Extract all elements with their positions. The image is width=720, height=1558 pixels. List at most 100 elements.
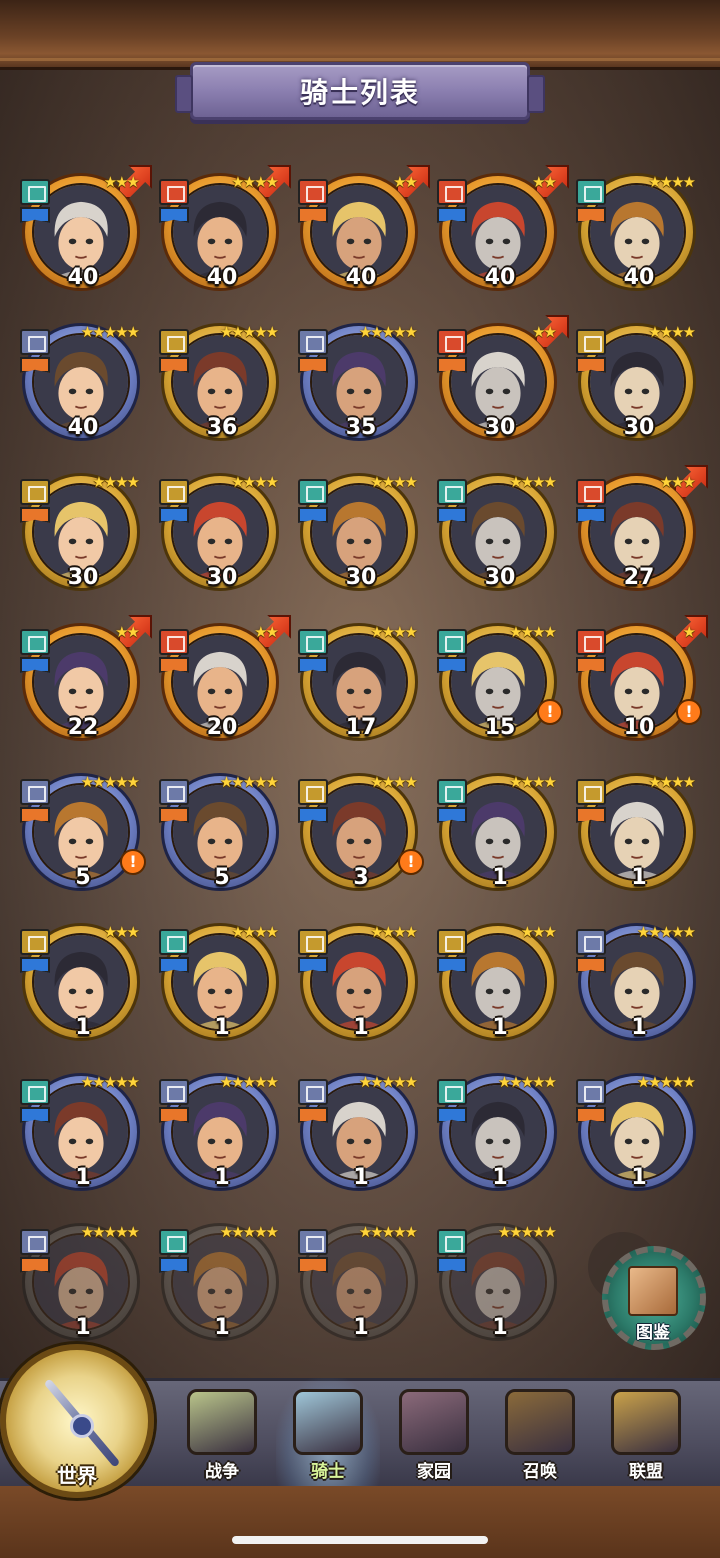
alliance-icon (611, 1389, 681, 1455)
hero-card[interactable]: ★★ 22 (14, 615, 152, 765)
hero-card[interactable]: ★★ 20 (153, 615, 291, 765)
hero-card[interactable]: ★★★★★ 1 (14, 1215, 152, 1365)
nav-item-train[interactable]: 召唤 (488, 1378, 592, 1486)
star-rating: ★★★★★ (219, 1223, 279, 1241)
hero-level: 30 (484, 565, 516, 590)
hero-card[interactable]: ★★★★ 1 (153, 915, 291, 1065)
hero-card[interactable]: ★★★★★ 1 (431, 1065, 569, 1215)
hero-card[interactable]: ★★★★★ 1 (292, 1215, 430, 1365)
hero-card[interactable]: ★★★★★ 1 (570, 915, 708, 1065)
hero-card[interactable]: ★★★★ 40 (570, 165, 708, 315)
star-rating: ★★★★★ (219, 773, 279, 791)
hero-card[interactable]: ★★★★★ 1 (570, 1065, 708, 1215)
hero-card[interactable]: ★★★★ 30 (153, 465, 291, 615)
hero-card[interactable]: ★★★★★ 35 (292, 315, 430, 465)
hero-card[interactable]: ★★★★★ 5! (14, 765, 152, 915)
nav-label: 联盟 (629, 1462, 663, 1482)
nav-item-alliance[interactable]: 联盟 (594, 1378, 698, 1486)
hero-card[interactable]: ★★★★ 15! (431, 615, 569, 765)
nav-item-knight[interactable]: 骑士 (276, 1378, 380, 1486)
hero-card[interactable]: ★★★★★ 1 (153, 1215, 291, 1365)
hero-card[interactable]: ★★★★ 40 (153, 165, 291, 315)
hero-card[interactable]: ★★★★★ 5 (153, 765, 291, 915)
hero-card[interactable]: ★★★★ 30 (570, 315, 708, 465)
star-rating: ★★★★ (509, 473, 557, 491)
class-icon (20, 779, 50, 805)
map-icon (187, 1389, 257, 1455)
nav-label: 骑士 (311, 1462, 345, 1482)
hero-card[interactable]: ★ 10! (570, 615, 708, 765)
knight-icon (293, 1389, 363, 1455)
hero-card[interactable]: ★★★★ 1 (570, 765, 708, 915)
hero-level: 1 (631, 1165, 647, 1190)
hero-card[interactable]: ★★★★ 30 (14, 465, 152, 615)
hero-level: 1 (492, 1315, 508, 1340)
class-icon (20, 629, 50, 655)
class-icon (159, 779, 189, 805)
star-rating: ★★★★★ (497, 1073, 557, 1091)
hero-card[interactable]: ★★ 40 (292, 165, 430, 315)
class-icon (298, 1079, 328, 1105)
class-icon (437, 779, 467, 805)
star-rating: ★★★★★ (80, 1223, 140, 1241)
star-rating: ★★★★★ (219, 1073, 279, 1091)
hero-card[interactable]: ★★★★★ 1 (14, 1065, 152, 1215)
class-icon (437, 329, 467, 355)
home-indicator[interactable] (232, 1536, 488, 1544)
hero-card[interactable]: ★★★ 40 (14, 165, 152, 315)
nav-item-house[interactable]: 家园 (382, 1378, 486, 1486)
world-button[interactable]: 世界 (0, 1344, 154, 1498)
hero-level: 36 (206, 415, 238, 440)
hero-card[interactable]: ★★★ 27 (570, 465, 708, 615)
hero-card[interactable]: ★★★★ 30 (431, 465, 569, 615)
star-rating: ★ (682, 623, 697, 641)
hero-level: 1 (492, 865, 508, 890)
hero-card[interactable]: ★★ 40 (431, 165, 569, 315)
hero-level: 40 (206, 265, 238, 290)
star-rating: ★★★★★ (80, 323, 140, 341)
star-rating: ★★★ (659, 473, 696, 491)
codex-button[interactable]: 图鉴 (588, 1232, 712, 1350)
star-rating: ★★ (254, 623, 279, 641)
hero-card[interactable]: ★★★ 1 (14, 915, 152, 1065)
hero-card[interactable]: ★★ 30 (431, 315, 569, 465)
hero-level: 1 (214, 1015, 230, 1040)
star-rating: ★★★★ (370, 773, 418, 791)
hero-level: 1 (631, 1015, 647, 1040)
nav-label: 战争 (205, 1462, 239, 1482)
class-icon (20, 1079, 50, 1105)
hero-card[interactable]: ★★★★★ 1 (431, 1215, 569, 1365)
star-rating: ★★★★ (648, 173, 696, 191)
class-icon (437, 479, 467, 505)
hero-card[interactable]: ★★★★★ 36 (153, 315, 291, 465)
hero-card[interactable]: ★★★★★ 1 (153, 1065, 291, 1215)
star-rating: ★★★★★ (80, 1073, 140, 1091)
star-rating: ★★★★ (370, 623, 418, 641)
hero-card[interactable]: ★★★★★ 40 (14, 315, 152, 465)
star-rating: ★★★★★ (636, 1073, 696, 1091)
class-icon (576, 179, 606, 205)
class-icon (20, 179, 50, 205)
star-rating: ★★★★★ (358, 1073, 418, 1091)
star-rating: ★★ (115, 623, 140, 641)
hero-card[interactable]: ★★★★ 3! (292, 765, 430, 915)
page-title: 骑士列表 (299, 76, 420, 109)
class-icon (437, 179, 467, 205)
hero-card[interactable]: ★★★★ 1 (431, 765, 569, 915)
alert-icon: ! (398, 849, 424, 875)
class-icon (298, 779, 328, 805)
hero-level: 30 (623, 415, 655, 440)
hero-level: 17 (345, 715, 377, 740)
hero-card[interactable]: ★★★★ 30 (292, 465, 430, 615)
hero-level: 35 (345, 415, 377, 440)
hero-card[interactable]: ★★★★ 1 (292, 915, 430, 1065)
class-icon (20, 329, 50, 355)
hero-level: 1 (214, 1315, 230, 1340)
class-icon (298, 1229, 328, 1255)
class-icon (576, 1079, 606, 1105)
hero-card[interactable]: ★★★ 1 (431, 915, 569, 1065)
hero-card[interactable]: ★★★★★ 1 (292, 1065, 430, 1215)
hero-card[interactable]: ★★★★ 17 (292, 615, 430, 765)
star-rating: ★★★★ (231, 923, 279, 941)
nav-item-map[interactable]: 战争 (170, 1378, 274, 1486)
